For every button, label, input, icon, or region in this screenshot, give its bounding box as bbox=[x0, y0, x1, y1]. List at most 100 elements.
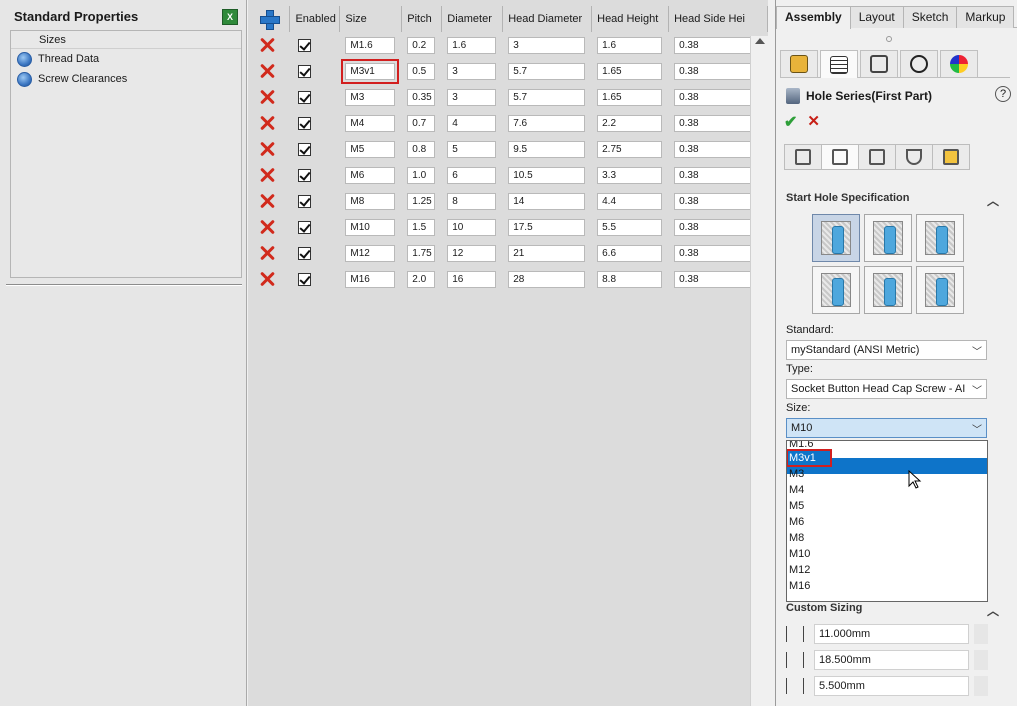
delete-row-icon[interactable] bbox=[259, 141, 275, 157]
delete-row-icon[interactable] bbox=[259, 219, 275, 235]
enabled-cell[interactable] bbox=[290, 266, 340, 292]
tree-item-screw-clearances[interactable]: Screw Clearances bbox=[11, 69, 241, 89]
pitch-cell-input[interactable]: 1.75 bbox=[407, 244, 436, 262]
standard-select[interactable]: myStandard (ANSI Metric) ﹀ bbox=[786, 340, 987, 360]
column-header-head-side-height[interactable]: Head Side Hei bbox=[668, 6, 768, 32]
head-side-height-cell-input[interactable]: 0.38 bbox=[674, 114, 761, 132]
enabled-cell[interactable] bbox=[290, 240, 340, 266]
head-diameter-cell-input[interactable]: 5.7 bbox=[508, 88, 586, 106]
column-header-head-height[interactable]: Head Height bbox=[591, 6, 670, 32]
excel-export-icon[interactable]: X bbox=[222, 9, 238, 25]
step-tab-end-hole[interactable] bbox=[895, 144, 933, 170]
delete-row-cell[interactable] bbox=[248, 84, 290, 110]
size-cell-input[interactable]: M3v1 bbox=[341, 58, 400, 84]
delete-row-cell[interactable] bbox=[248, 240, 290, 266]
hole-type-countersink[interactable] bbox=[864, 214, 912, 262]
enabled-cell[interactable] bbox=[290, 58, 340, 84]
enabled-checkbox[interactable] bbox=[298, 168, 312, 182]
diameter-cell-input[interactable]: 3 bbox=[447, 88, 497, 106]
start-hole-spec-section-header[interactable]: Start Hole Specification ︿ bbox=[786, 192, 1001, 210]
enabled-checkbox[interactable] bbox=[298, 90, 312, 104]
head-diameter-cell-input[interactable]: 17.5 bbox=[508, 218, 586, 236]
depth-field[interactable]: 5.500mm bbox=[814, 676, 969, 696]
delete-row-cell[interactable] bbox=[248, 188, 290, 214]
head-diameter-cell-input[interactable]: 7.6 bbox=[508, 114, 586, 132]
custom-sizing-section-header[interactable]: Custom Sizing ︿ bbox=[786, 602, 1001, 620]
collapse-icon[interactable]: ︿ bbox=[987, 602, 999, 619]
size-cell-input[interactable]: M1.6 bbox=[345, 36, 396, 54]
column-header-diameter[interactable]: Diameter bbox=[441, 6, 504, 32]
tab-markup[interactable]: Markup bbox=[956, 6, 1015, 28]
size-cell-input[interactable]: M16 bbox=[345, 270, 396, 288]
size-option[interactable]: M4 bbox=[787, 482, 987, 498]
size-option[interactable]: M5 bbox=[787, 498, 987, 514]
pitch-cell-input[interactable]: 0.7 bbox=[407, 114, 436, 132]
diameter-cell-input[interactable]: 10 bbox=[447, 218, 497, 236]
size-cell-input[interactable]: M3 bbox=[345, 88, 396, 106]
enabled-checkbox[interactable] bbox=[298, 246, 312, 260]
delete-row-icon[interactable] bbox=[259, 37, 275, 53]
head-height-cell-input[interactable]: 2.2 bbox=[597, 114, 663, 132]
delete-row-cell[interactable] bbox=[248, 214, 290, 240]
table-vertical-scrollbar[interactable] bbox=[750, 36, 768, 706]
enabled-cell[interactable] bbox=[290, 32, 340, 58]
hole-type-pipe-tap[interactable] bbox=[916, 266, 964, 314]
head-height-cell-input[interactable]: 1.65 bbox=[597, 62, 663, 80]
pitch-cell-input[interactable]: 1.0 bbox=[407, 166, 436, 184]
delete-row-icon[interactable] bbox=[259, 193, 275, 209]
column-header-enabled[interactable]: Enabled bbox=[289, 6, 341, 32]
enabled-checkbox[interactable] bbox=[298, 272, 312, 286]
head-diameter-cell-input[interactable]: 5.7 bbox=[508, 62, 586, 80]
head-diameter-cell-input[interactable]: 10.5 bbox=[508, 166, 586, 184]
head-height-cell-input[interactable]: 5.5 bbox=[597, 218, 663, 236]
column-header-head-diameter[interactable]: Head Diameter bbox=[502, 6, 593, 32]
pitch-cell-input[interactable]: 0.5 bbox=[407, 62, 436, 80]
size-option[interactable]: M16 bbox=[787, 578, 987, 594]
pitch-cell-input[interactable]: 0.2 bbox=[407, 36, 436, 54]
ok-button[interactable]: ✔ bbox=[784, 112, 797, 131]
hole-type-counterbore-clearance[interactable] bbox=[812, 266, 860, 314]
head-side-height-cell-input[interactable]: 0.38 bbox=[674, 140, 761, 158]
add-row-header[interactable] bbox=[248, 6, 291, 32]
head-side-height-cell-input[interactable]: 0.38 bbox=[674, 166, 761, 184]
head-height-cell-input[interactable]: 1.65 bbox=[597, 88, 663, 106]
enabled-checkbox[interactable] bbox=[298, 194, 312, 208]
tab-assembly[interactable]: Assembly bbox=[776, 6, 851, 29]
column-header-size[interactable]: Size bbox=[339, 6, 403, 32]
enabled-cell[interactable] bbox=[290, 110, 340, 136]
hole-type-counterbore[interactable] bbox=[812, 214, 860, 262]
display-manager-tab[interactable] bbox=[940, 50, 978, 78]
configuration-manager-tab[interactable] bbox=[860, 50, 898, 78]
delete-row-icon[interactable] bbox=[259, 167, 275, 183]
size-cell-input[interactable]: M6 bbox=[345, 166, 396, 184]
chevron-down-icon[interactable]: ﹀ bbox=[972, 343, 982, 358]
hole-type-tapped[interactable] bbox=[864, 266, 912, 314]
diameter-cell-input[interactable]: 5 bbox=[447, 140, 497, 158]
step-tab-smart-fasteners[interactable] bbox=[932, 144, 970, 170]
pitch-cell-input[interactable]: 1.5 bbox=[407, 218, 436, 236]
scroll-up-arrow-icon[interactable] bbox=[755, 38, 765, 44]
head-diameter-cell-input[interactable]: 28 bbox=[508, 270, 586, 288]
diameter-cell-input[interactable]: 8 bbox=[447, 192, 497, 210]
tab-layout[interactable]: Layout bbox=[849, 6, 904, 28]
delete-row-cell[interactable] bbox=[248, 58, 290, 84]
step-tab-middle-hole[interactable] bbox=[858, 144, 896, 170]
tree-item-sizes[interactable]: Sizes bbox=[11, 31, 241, 49]
help-icon[interactable]: ? bbox=[995, 86, 1011, 102]
diameter-cell-input[interactable]: 1.6 bbox=[447, 36, 497, 54]
head-side-height-cell-input[interactable]: 0.38 bbox=[674, 36, 761, 54]
chevron-down-icon[interactable]: ﹀ bbox=[972, 421, 982, 436]
enabled-cell[interactable] bbox=[290, 84, 340, 110]
diameter-cell-input[interactable]: 6 bbox=[447, 166, 497, 184]
dimxpert-manager-tab[interactable] bbox=[900, 50, 938, 78]
size-option[interactable]: M12 bbox=[787, 562, 987, 578]
hole-type-straight[interactable] bbox=[916, 214, 964, 262]
cancel-button[interactable]: ✕ bbox=[807, 112, 820, 130]
type-select[interactable]: Socket Button Head Cap Screw - AI ﹀ bbox=[786, 379, 987, 399]
size-cell-input[interactable]: M5 bbox=[345, 140, 396, 158]
diameter-cell-input[interactable]: 3 bbox=[447, 62, 497, 80]
diameter-cell-input[interactable]: 4 bbox=[447, 114, 497, 132]
delete-row-cell[interactable] bbox=[248, 110, 290, 136]
size-cell-input[interactable]: M12 bbox=[345, 244, 396, 262]
enabled-cell[interactable] bbox=[290, 162, 340, 188]
